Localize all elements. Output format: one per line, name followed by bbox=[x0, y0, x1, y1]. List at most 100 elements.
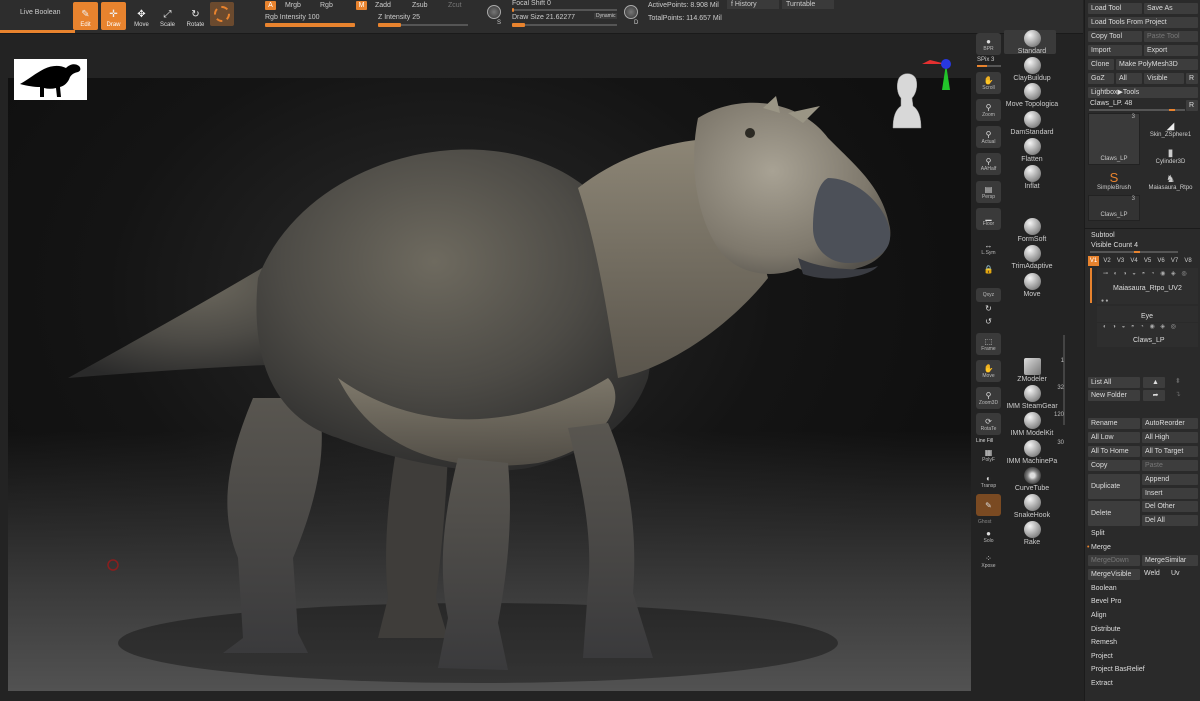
move-into-button[interactable]: ➦ bbox=[1143, 390, 1165, 401]
frame-button[interactable]: ⬚ Frame bbox=[976, 333, 1001, 355]
brush-curvetube[interactable]: CurveTube bbox=[992, 467, 1072, 492]
turntable-button[interactable]: Turntable bbox=[782, 0, 834, 9]
tool-thumb-claws-lp[interactable]: 3 Claws_LP bbox=[1088, 113, 1140, 165]
remesh-section[interactable]: Remesh bbox=[1091, 639, 1117, 646]
distribute-section[interactable]: Distribute bbox=[1091, 626, 1121, 633]
del-all-button[interactable]: Del All bbox=[1142, 515, 1198, 526]
zsub-button[interactable]: Zsub bbox=[412, 2, 428, 9]
zcut-button[interactable]: Zcut bbox=[448, 2, 462, 9]
split-section[interactable]: Split bbox=[1091, 530, 1105, 537]
zadd-button[interactable]: Zadd bbox=[375, 2, 391, 9]
z-intensity-slider[interactable] bbox=[378, 23, 468, 27]
project-basrelief-section[interactable]: Project BasRelief bbox=[1091, 666, 1145, 673]
brush-flatten[interactable]: Flatten bbox=[992, 138, 1072, 163]
clone-button[interactable]: Clone bbox=[1088, 59, 1114, 70]
append-button[interactable]: Append bbox=[1142, 474, 1198, 485]
boolean-section[interactable]: Boolean bbox=[1091, 585, 1117, 592]
rgb-intensity-slider-label[interactable]: Rgb Intensity 100 bbox=[265, 14, 320, 21]
subtool-header[interactable]: Subtool bbox=[1091, 232, 1115, 239]
weld-toggle[interactable]: Weld bbox=[1144, 570, 1160, 577]
axis-gizmo[interactable] bbox=[920, 56, 956, 92]
uv-toggle[interactable]: Uv bbox=[1171, 570, 1180, 577]
d-sphere-icon[interactable] bbox=[624, 5, 638, 19]
material-swatch-button[interactable] bbox=[210, 2, 234, 26]
brush-move-topological[interactable]: Move Topologica bbox=[992, 83, 1072, 108]
load-tools-from-project-button[interactable]: Load Tools From Project bbox=[1088, 17, 1198, 28]
brush-rake[interactable]: Rake bbox=[992, 521, 1072, 546]
make-polymesh3d-button[interactable]: Make PolyMesh3D bbox=[1116, 59, 1198, 70]
all-to-home-button[interactable]: All To Home bbox=[1088, 446, 1140, 457]
brush-trimadaptive[interactable]: TrimAdaptive bbox=[992, 245, 1072, 270]
goz-button[interactable]: GoZ bbox=[1088, 73, 1114, 84]
brush-zmodeler[interactable]: ZModeler 1 bbox=[992, 358, 1072, 383]
move-down-icon[interactable]: ⬍ bbox=[1175, 377, 1181, 385]
del-other-button[interactable]: Del Other bbox=[1142, 501, 1198, 512]
history-button[interactable]: f History bbox=[727, 0, 779, 9]
move-out-icon[interactable]: ↴ bbox=[1175, 390, 1181, 398]
rotate-y-icon[interactable]: ↻ bbox=[976, 303, 1001, 313]
subtool-item-maiasaura[interactable]: ⊸ ◐ ◑ ◒ ◓ ◔ ◉ ◈ ◎ Maiasaura_Rtpo_UV2 ● ● bbox=[1097, 268, 1198, 304]
merge-visible-button[interactable]: MergeVisible bbox=[1088, 569, 1140, 580]
draw-size-slider[interactable]: Draw Size 21.62277 bbox=[512, 14, 575, 21]
brush-formsoft[interactable]: FormSoft bbox=[992, 218, 1072, 243]
visibility-tab-v7[interactable]: V7 bbox=[1169, 256, 1180, 266]
s-sphere-icon[interactable] bbox=[487, 5, 501, 19]
visible-count-track[interactable] bbox=[1090, 251, 1178, 253]
brush-snakehook[interactable]: SnakeHook bbox=[992, 494, 1072, 519]
delete-button[interactable]: Delete bbox=[1088, 501, 1140, 526]
move-button[interactable]: ✥ Move bbox=[129, 2, 154, 30]
bevel-pro-section[interactable]: Bevel Pro bbox=[1091, 598, 1121, 605]
rgb-button[interactable]: Rgb bbox=[320, 2, 333, 9]
subtool-item-claws[interactable]: ◐ ◑ ◒ ◓ ◔ ◉ ◈ ◎ Claws_LP bbox=[1097, 323, 1198, 347]
mrgb-button[interactable]: Mrgb bbox=[285, 2, 301, 9]
brush-imm-steamgear[interactable]: IMM SteamGear 32 bbox=[992, 385, 1072, 410]
subtool-item-eye[interactable]: Eye bbox=[1097, 306, 1198, 322]
project-section[interactable]: Project bbox=[1091, 653, 1113, 660]
current-tool-slider[interactable]: Claws_LP. 48 bbox=[1090, 100, 1132, 107]
current-tool-track[interactable] bbox=[1089, 109, 1185, 111]
autoreorder-button[interactable]: AutoReorder bbox=[1142, 418, 1198, 429]
3d-viewport[interactable] bbox=[8, 78, 971, 691]
draw-button[interactable]: ✛ Draw bbox=[101, 2, 126, 30]
draw-size-track[interactable] bbox=[512, 23, 617, 27]
xpose-button[interactable]: ⁘ Xpose bbox=[976, 550, 1001, 572]
copy-subtool-button[interactable]: Copy bbox=[1088, 460, 1140, 471]
list-all-button[interactable]: List All bbox=[1088, 377, 1140, 388]
visibility-tab-v1[interactable]: V1 bbox=[1088, 256, 1099, 266]
visibility-tab-v6[interactable]: V6 bbox=[1156, 256, 1167, 266]
brush-standard[interactable]: Standard bbox=[992, 30, 1072, 55]
scale-button[interactable]: ⤢ Scale bbox=[155, 2, 180, 30]
merge-section[interactable]: Merge bbox=[1091, 544, 1111, 551]
brush-imm-modelkit[interactable]: IMM ModelKit 120 bbox=[992, 412, 1072, 437]
brush-imm-machineparts[interactable]: IMM MachinePa 30 bbox=[992, 440, 1072, 465]
all-to-target-button[interactable]: All To Target bbox=[1142, 446, 1198, 457]
extract-section[interactable]: Extract bbox=[1091, 680, 1113, 687]
merge-down-button[interactable]: MergeDown bbox=[1088, 555, 1140, 566]
focal-shift-track[interactable] bbox=[512, 8, 617, 12]
brush-move[interactable]: Move bbox=[992, 273, 1072, 298]
r-button[interactable]: R bbox=[1186, 73, 1198, 84]
visibility-tab-v8[interactable]: V8 bbox=[1183, 256, 1194, 266]
visibility-tab-v2[interactable]: V2 bbox=[1102, 256, 1113, 266]
visibility-tab-v3[interactable]: V3 bbox=[1115, 256, 1126, 266]
copy-tool-button[interactable]: Copy Tool bbox=[1088, 31, 1142, 42]
edit-button[interactable]: ✎ Edit bbox=[73, 2, 98, 30]
visibility-tab-v4[interactable]: V4 bbox=[1129, 256, 1140, 266]
focal-shift-slider[interactable]: Focal Shift 0 bbox=[512, 0, 551, 7]
a-badge[interactable]: A bbox=[265, 1, 276, 10]
maiasaura-model[interactable] bbox=[8, 78, 971, 691]
brush-damstandard[interactable]: DamStandard bbox=[992, 111, 1072, 136]
export-button[interactable]: Export bbox=[1144, 45, 1198, 56]
brush-inflat[interactable]: Inflat bbox=[992, 165, 1072, 190]
dynamic-button[interactable]: Dynamic bbox=[594, 13, 618, 19]
tool-thumb-maiasaura-rtpo[interactable]: ♞ Maiasaura_Rtpo bbox=[1143, 166, 1198, 193]
navigation-head-gizmo[interactable] bbox=[889, 70, 923, 130]
tool-thumb-simplebrush[interactable]: S SimpleBrush bbox=[1088, 166, 1140, 193]
load-tool-button[interactable]: Load Tool bbox=[1088, 3, 1142, 14]
tool-thumb-skin-zsphere[interactable]: ◢ Skin_ZSphere1 bbox=[1143, 113, 1198, 140]
lightbox-tools-button[interactable]: Lightbox▶Tools bbox=[1088, 87, 1198, 98]
save-as-button[interactable]: Save As bbox=[1144, 3, 1198, 14]
all-high-button[interactable]: All High bbox=[1142, 432, 1198, 443]
visible-button[interactable]: Visible bbox=[1144, 73, 1184, 84]
brush-claybuildup[interactable]: ClayBuildup bbox=[992, 57, 1072, 82]
